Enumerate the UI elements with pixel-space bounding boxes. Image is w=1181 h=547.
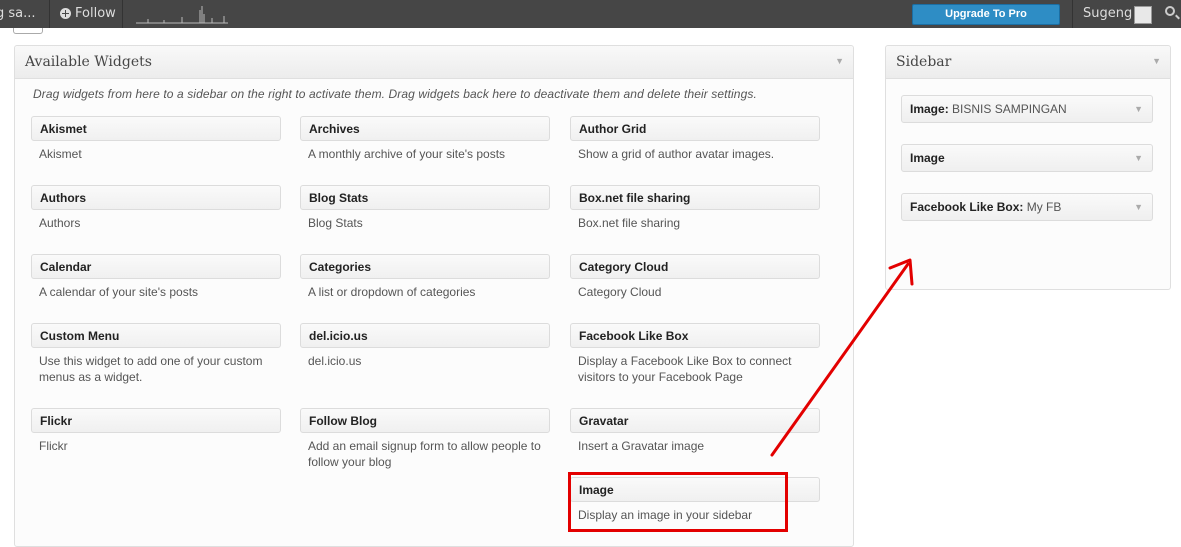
widget-title[interactable]: Box.net file sharing [570, 185, 820, 210]
triangle-down-icon[interactable]: ▼ [835, 56, 844, 66]
triangle-down-icon[interactable]: ▼ [1134, 96, 1143, 123]
widget-delicious[interactable]: del.icio.us del.icio.us [300, 323, 550, 369]
widget-description: Authors [39, 216, 81, 230]
sidebar-widget-image-bisnis[interactable]: Image: BISNIS SAMPINGAN ▼ [901, 95, 1153, 123]
widgets-instructions: Drag widgets from here to a sidebar on t… [33, 87, 757, 101]
sidebar-header[interactable]: Sidebar ▼ [886, 46, 1170, 79]
widget-description: A calendar of your site's posts [39, 285, 199, 299]
admin-bar: g sa... Follow Upgrade To Pro Sugeng [0, 0, 1181, 28]
widget-box-net[interactable]: Box.net file sharing Box.net file sharin… [570, 185, 820, 231]
widget-description: A list or dropdown of categories [308, 285, 476, 299]
panel-title: Available Widgets [25, 54, 152, 70]
widget-title[interactable]: Authors [31, 185, 281, 210]
widget-description: Use this widget to add one of your custo… [39, 354, 263, 384]
widget-archives[interactable]: Archives A monthly archive of your site'… [300, 116, 550, 162]
sidebar-panel: Sidebar ▼ Image: BISNIS SAMPINGAN ▼ Imag… [885, 45, 1171, 290]
search-icon[interactable] [1165, 6, 1175, 16]
widget-description: Box.net file sharing [578, 216, 681, 230]
widget-description: Akismet [39, 147, 82, 161]
widget-title[interactable]: Akismet [31, 116, 281, 141]
widget-flickr[interactable]: Flickr Flickr [31, 408, 281, 454]
widget-title[interactable]: Blog Stats [300, 185, 550, 210]
triangle-down-icon[interactable]: ▼ [1152, 56, 1161, 66]
widget-author-grid[interactable]: Author Grid Show a grid of author avatar… [570, 116, 820, 162]
sidebar-widget-name: Image [910, 151, 945, 165]
upgrade-button[interactable]: Upgrade To Pro [912, 4, 1060, 25]
widget-title[interactable]: Author Grid [570, 116, 820, 141]
screen-options-tab[interactable] [13, 28, 43, 34]
user-menu[interactable]: Sugeng [1072, 0, 1160, 28]
widget-title[interactable]: Flickr [31, 408, 281, 433]
widget-description: Show a grid of author avatar images. [578, 147, 775, 161]
widget-description: del.icio.us [308, 354, 362, 368]
widget-follow-blog[interactable]: Follow Blog Add an email signup form to … [300, 408, 550, 470]
sidebar-widget-value: BISNIS SAMPINGAN [952, 102, 1067, 116]
sidebar-widget-separator: : [1019, 200, 1027, 214]
widget-authors[interactable]: Authors Authors [31, 185, 281, 231]
triangle-down-icon[interactable]: ▼ [1134, 194, 1143, 221]
sidebar-widget-value: My FB [1026, 200, 1062, 214]
triangle-down-icon[interactable]: ▼ [1134, 145, 1143, 172]
widget-categories[interactable]: Categories A list or dropdown of categor… [300, 254, 550, 300]
widget-title[interactable]: Calendar [31, 254, 281, 279]
annotation-arrow-icon [770, 258, 914, 457]
avatar [1134, 6, 1152, 24]
widget-description: Blog Stats [308, 216, 363, 230]
annotation-highlight-box [568, 472, 788, 532]
panel-title: Sidebar [896, 54, 952, 70]
widget-blog-stats[interactable]: Blog Stats Blog Stats [300, 185, 550, 231]
sidebar-widget-image[interactable]: Image ▼ [901, 144, 1153, 172]
stats-sparkline[interactable] [134, 4, 230, 24]
widget-title[interactable]: del.icio.us [300, 323, 550, 348]
widget-title[interactable]: Follow Blog [300, 408, 550, 433]
widget-custom-menu[interactable]: Custom Menu Use this widget to add one o… [31, 323, 281, 385]
widget-description: Add an email signup form to allow people… [308, 439, 541, 469]
widget-title[interactable]: Archives [300, 116, 550, 141]
user-name: Sugeng [1083, 6, 1133, 21]
available-widgets-header[interactable]: Available Widgets ▼ [15, 46, 853, 79]
widget-description: Flickr [39, 439, 68, 453]
widget-calendar[interactable]: Calendar A calendar of your site's posts [31, 254, 281, 300]
sidebar-widget-separator: : [944, 102, 953, 116]
follow-button[interactable]: Follow [50, 0, 123, 28]
plus-icon [60, 8, 71, 19]
widget-title[interactable]: Custom Menu [31, 323, 281, 348]
widget-title[interactable]: Categories [300, 254, 550, 279]
widget-description: A monthly archive of your site's posts [308, 147, 506, 161]
site-name-link[interactable]: g sa... [0, 0, 50, 28]
sidebar-widget-name: Image [910, 102, 945, 116]
sidebar-widget-name: Facebook Like Box [910, 200, 1020, 214]
sidebar-widget-facebook-like-box[interactable]: Facebook Like Box: My FB ▼ [901, 193, 1153, 221]
widget-akismet[interactable]: Akismet Akismet [31, 116, 281, 162]
follow-label: Follow [75, 6, 116, 21]
